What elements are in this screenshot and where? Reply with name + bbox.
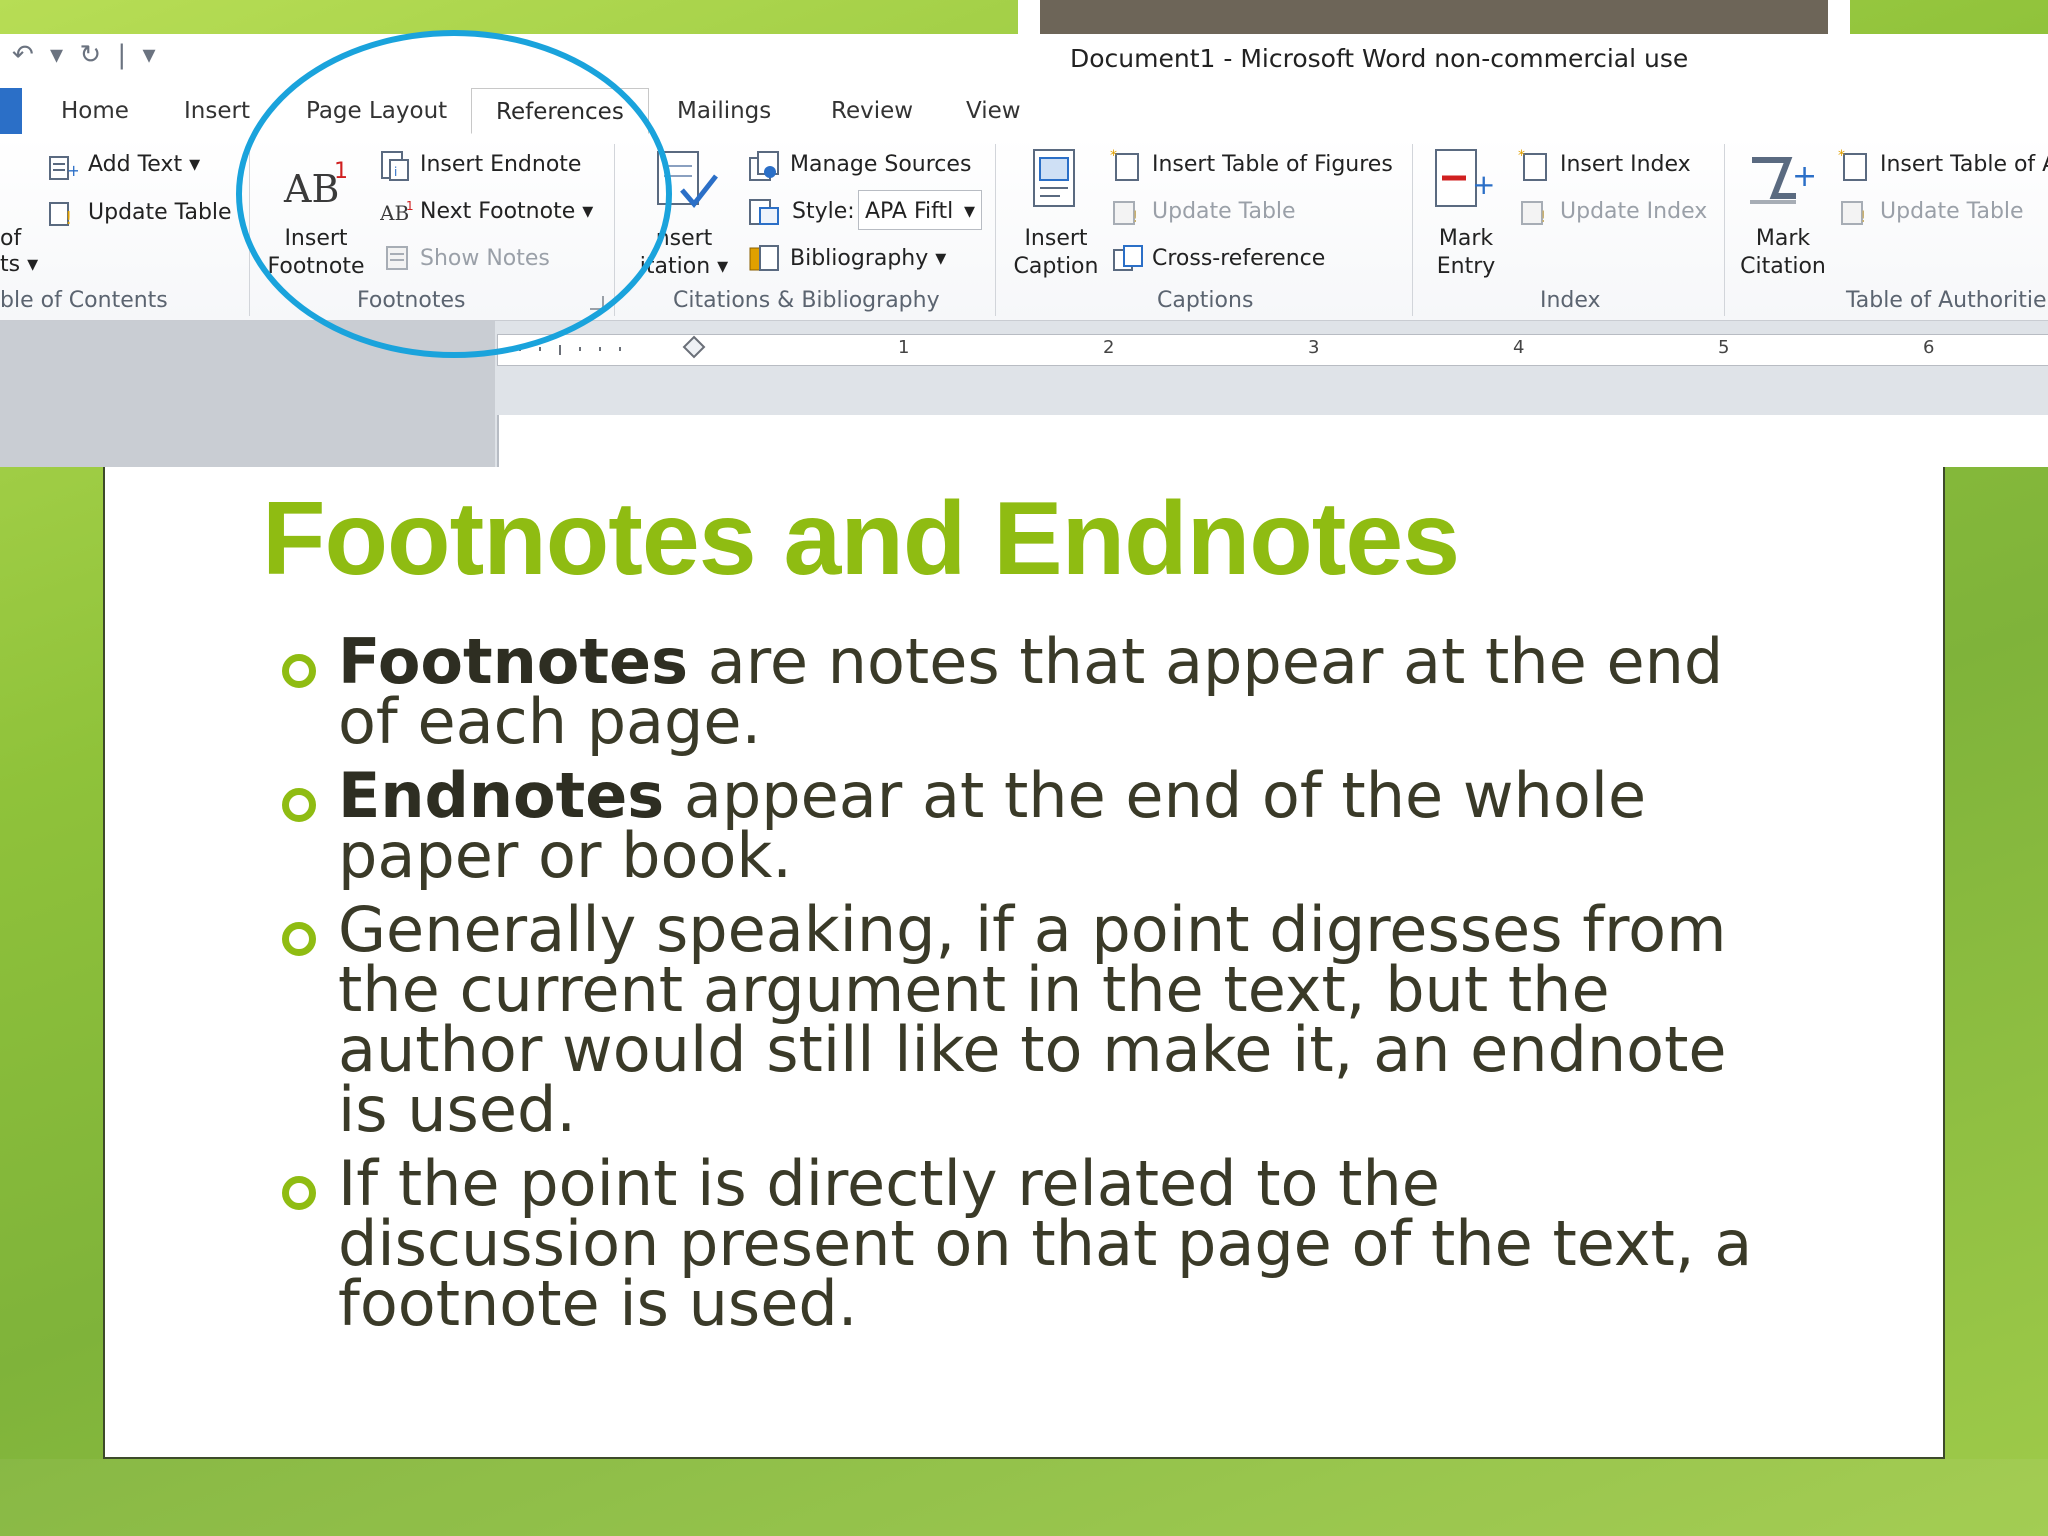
- ruler-number: 6: [1923, 337, 1935, 358]
- word-screenshot: ↶ ▾ ↻ | ▾ Document1 - Microsoft Word non…: [0, 0, 2048, 467]
- insert-index-button[interactable]: Insert Index: [1560, 152, 1691, 177]
- mark-citation-icon: +: [1750, 157, 1817, 204]
- svg-text:+: +: [1472, 168, 1495, 201]
- svg-text:!: !: [1132, 207, 1138, 226]
- group-separator: [995, 144, 996, 316]
- mark-entry-icon: +: [1435, 149, 1495, 207]
- bullet-icon: [282, 1176, 316, 1210]
- update-table-icon: !: [49, 202, 72, 228]
- svg-text:*: *: [1838, 148, 1845, 164]
- update-table-icon: !: [1841, 201, 1866, 226]
- update-table-captions-button[interactable]: Update Table: [1152, 199, 1296, 224]
- svg-text:!: !: [65, 208, 72, 228]
- bullet-item: Generally speaking, if a point digresses…: [270, 899, 1770, 1141]
- ruler-number: 3: [1308, 337, 1320, 358]
- group-citations-bibliography: Citations & Bibliography: [673, 288, 940, 313]
- svg-text:!: !: [1540, 207, 1546, 226]
- toc-label-partial[interactable]: ts ▾: [0, 252, 38, 277]
- svg-text:+: +: [1792, 159, 1817, 194]
- ruler-number: 5: [1718, 337, 1730, 358]
- insert-caption-button[interactable]: Insert Caption: [1008, 225, 1104, 281]
- chevron-down-icon: ▾: [963, 199, 975, 224]
- svg-text:+: +: [67, 161, 78, 180]
- mark-entry-label: Mark: [1438, 226, 1494, 251]
- add-text-icon: +: [49, 156, 78, 180]
- insert-caption-icon: [1033, 149, 1075, 207]
- highlight-circle: [236, 30, 672, 358]
- bullet-list: Footnotes are notes that appear at the e…: [270, 631, 1770, 1348]
- bullet-item: Endnotes appear at the end of the whole …: [270, 765, 1770, 887]
- mark-citation-label: Citation: [1740, 254, 1826, 279]
- insert-table-of-figures-icon: *: [1110, 148, 1139, 181]
- update-table-icon: !: [1113, 201, 1138, 226]
- insert-table-of-authorities-button[interactable]: Insert Table of A: [1880, 152, 2048, 177]
- group-table-of-authorities: Table of Authoritie: [1846, 288, 2047, 313]
- ruler-number: 4: [1513, 337, 1525, 358]
- add-text-button[interactable]: Add Text ▾: [88, 152, 200, 177]
- insert-caption-label: Insert: [1024, 226, 1088, 251]
- group-captions: Captions: [1157, 288, 1254, 313]
- update-index-icon: !: [1521, 201, 1546, 226]
- group-table-of-contents: ble of Contents: [0, 288, 168, 313]
- style-icon: [749, 199, 779, 225]
- group-separator: [1412, 144, 1413, 316]
- document-page[interactable]: [497, 415, 2048, 467]
- window-edge: [1828, 0, 1850, 34]
- manage-sources-button[interactable]: Manage Sources: [790, 152, 971, 177]
- toc-label-partial[interactable]: of: [0, 226, 21, 251]
- mark-citation-label: Mark: [1755, 226, 1811, 251]
- bullet-icon: [282, 922, 316, 956]
- bullet-text: Generally speaking, if a point digresses…: [338, 893, 1727, 1146]
- style-select-value: APA Fiftl: [865, 199, 954, 224]
- bullet-icon: [282, 788, 316, 822]
- update-table-button[interactable]: Update Table: [88, 200, 232, 225]
- window-title: Document1 - Microsoft Word non-commercia…: [1070, 44, 1689, 73]
- style-label: Style:: [792, 199, 855, 224]
- manage-sources-icon: [749, 151, 779, 181]
- insert-index-icon: *: [1518, 148, 1547, 181]
- cross-reference-icon: [1113, 245, 1143, 271]
- horizontal-ruler[interactable]: 1 2 3 4 5 6: [497, 334, 2048, 366]
- bibliography-icon: [749, 245, 779, 271]
- ruler-ticks: [519, 335, 706, 359]
- svg-text:*: *: [1110, 148, 1117, 164]
- ruler-number: 1: [898, 337, 910, 358]
- insert-caption-label: Caption: [1013, 254, 1099, 279]
- update-table-authorities-button[interactable]: Update Table: [1880, 199, 2024, 224]
- tab-view[interactable]: View: [966, 98, 1021, 124]
- tab-home[interactable]: Home: [61, 98, 129, 124]
- window-edge: [1018, 0, 1040, 34]
- svg-text:!: !: [1860, 207, 1866, 226]
- style-select[interactable]: APA Fiftl ▾: [858, 190, 982, 230]
- mark-entry-label: Entry: [1436, 254, 1496, 279]
- bullet-item: If the point is directly related to the …: [270, 1153, 1770, 1335]
- bullet-icon: [282, 654, 316, 688]
- window-titlebar-dark: [1040, 0, 1828, 34]
- bullet-text: If the point is directly related to the …: [338, 1147, 1753, 1340]
- bullet-item: Footnotes are notes that appear at the e…: [270, 631, 1770, 753]
- bibliography-button[interactable]: Bibliography ▾: [790, 246, 946, 271]
- ruler-number: 2: [1103, 337, 1115, 358]
- mark-entry-button[interactable]: Mark Entry: [1424, 225, 1508, 281]
- background-stripe: [0, 1459, 2048, 1536]
- update-index-button[interactable]: Update Index: [1560, 199, 1707, 224]
- group-separator: [1724, 144, 1725, 316]
- svg-text:*: *: [1518, 148, 1525, 164]
- insert-table-of-authorities-icon: *: [1838, 148, 1867, 181]
- insert-table-of-figures-button[interactable]: Insert Table of Figures: [1152, 152, 1393, 177]
- cross-reference-button[interactable]: Cross-reference: [1152, 246, 1325, 271]
- quick-access-toolbar[interactable]: ↶ ▾ ↻ | ▾: [12, 40, 160, 70]
- slide-title: Footnotes and Endnotes: [262, 481, 1460, 597]
- group-index: Index: [1540, 288, 1601, 313]
- file-tab[interactable]: [0, 88, 22, 134]
- tab-insert[interactable]: Insert: [184, 98, 250, 124]
- tab-mailings[interactable]: Mailings: [677, 98, 771, 124]
- mark-citation-button[interactable]: Mark Citation: [1730, 225, 1836, 281]
- tab-review[interactable]: Review: [831, 98, 913, 124]
